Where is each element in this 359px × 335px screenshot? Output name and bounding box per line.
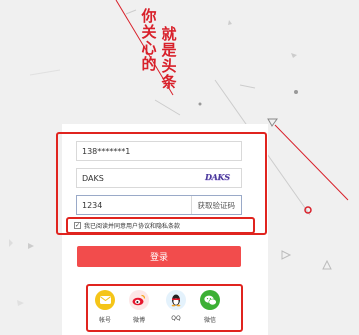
slogan-char: 就 [161,25,177,43]
decor-triangle-4 [28,243,34,249]
login-page: 你 关 心 的 就 是 头 条 138*******1 DAKS DAKS 12… [0,0,359,335]
decor-line-gray-2 [154,99,181,116]
highlight-box-agreement [66,217,255,234]
decor-line-gray-5 [29,69,61,76]
slogan-char: 头 [161,57,177,75]
slogan-char: 是 [161,41,177,59]
decor-triangle-7 [228,20,232,25]
login-button[interactable]: 登录 [77,246,241,267]
decor-triangle-3 [322,259,332,270]
decor-triangle-5 [9,239,13,247]
decor-line-red-right [274,124,349,201]
highlight-box-social [86,284,243,332]
slogan-char: 条 [161,73,177,91]
decor-triangle-8 [17,300,24,306]
decor-line-gray-1 [125,9,137,15]
slogan-right-column: 就 是 头 条 [161,26,177,90]
decor-triangle-6 [291,53,297,58]
slogan-char: 你 [141,7,157,25]
decor-triangle-2 [281,250,292,260]
slogan-char: 的 [141,55,157,73]
slogan-char: 心 [141,39,157,57]
decor-line-gray-4 [239,84,256,89]
decor-dot-1 [294,90,298,94]
decor-triangle-1 [267,118,278,127]
slogan-left-column: 你 关 心 的 [141,8,157,72]
slogan-char: 关 [141,23,157,41]
decor-dot-2 [198,102,202,106]
